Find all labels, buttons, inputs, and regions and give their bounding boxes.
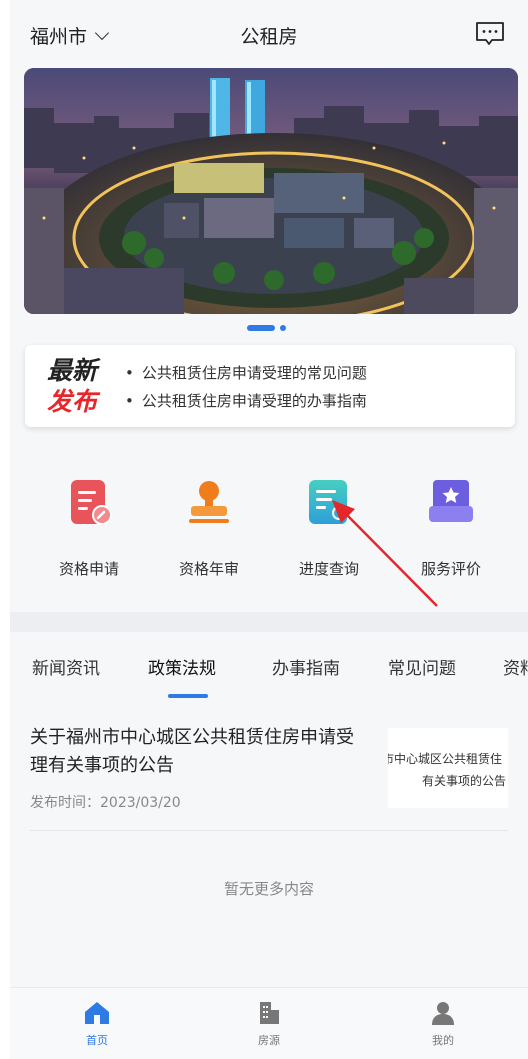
article-item[interactable]: 关于福州市中心城区公共租赁住房申请受理有关事项的公告 发布时间：2023/03/…: [10, 702, 528, 832]
nav-label: 房源: [258, 1034, 280, 1047]
tab-materials[interactable]: 资料: [503, 654, 528, 679]
home-icon: [85, 1002, 109, 1024]
tab-guide[interactable]: 办事指南: [272, 654, 340, 679]
bottom-nav: 首页 房源 我的: [10, 987, 528, 1059]
nav-home[interactable]: 首页: [57, 1000, 137, 1048]
tab-news[interactable]: 新闻资讯: [32, 654, 100, 679]
city-night-photo: [24, 68, 518, 314]
article-thumbnail: 市中心城区公共租赁住 有关事项的公告: [388, 728, 508, 808]
app-page: 福州市 公租房 最新 发布 • 公共租赁住房申请受理的常见问题 • 公共租赁住房…: [10, 0, 528, 1059]
nav-label: 我的: [432, 1034, 454, 1047]
service-annual-review[interactable]: 资格年审: [154, 478, 264, 579]
service-rating[interactable]: 服务评价: [396, 478, 506, 579]
indicator-dot-active: [247, 325, 275, 331]
logo-line-2: 发布: [47, 387, 98, 416]
rating-star-icon: [429, 480, 473, 522]
building-icon: [260, 1002, 279, 1024]
article-date: 发布时间：2023/03/20: [30, 795, 181, 811]
news-list: 公共租赁住房申请受理的常见问题 公共租赁住房申请受理的办事指南: [125, 359, 367, 415]
tab-policy[interactable]: 政策法规: [148, 654, 216, 679]
top-header: 福州市 公租房: [10, 0, 528, 68]
nav-label: 首页: [86, 1034, 108, 1047]
service-label: 服务评价: [420, 560, 481, 578]
no-more-content: 暂无更多内容: [223, 880, 314, 898]
logo-line-1: 最新: [47, 356, 98, 385]
service-label: 资格年审: [178, 560, 239, 578]
section-divider: [10, 612, 528, 632]
article-title: 关于福州市中心城区公共租赁住房申请受理有关事项的公告: [30, 727, 354, 776]
application-form-icon: [71, 480, 112, 525]
thumbnail-text-line-2: 有关事项的公告: [421, 774, 506, 788]
service-application[interactable]: 资格申请: [34, 478, 144, 579]
category-tabs: 新闻资讯 政策法规 办事指南 常见问题 资料: [10, 632, 528, 702]
service-label: 资格申请: [58, 560, 119, 578]
stamp-icon: [189, 481, 229, 523]
message-icon[interactable]: [475, 21, 505, 47]
banner-carousel[interactable]: [24, 68, 518, 314]
nav-listings[interactable]: 房源: [229, 1000, 309, 1048]
indicator-dot: [280, 325, 286, 331]
news-item[interactable]: 公共租赁住房申请受理的常见问题: [125, 359, 367, 387]
thumbnail-text-line-1: 市中心城区公共租赁住: [388, 752, 503, 766]
nav-mine[interactable]: 我的: [403, 1000, 483, 1048]
latest-news-logo: 最新 发布: [47, 355, 97, 417]
service-grid: 资格申请 资格年审 进度查询 服务评价: [10, 440, 528, 612]
page-title: 公租房: [240, 26, 298, 48]
service-progress-query[interactable]: 进度查询: [274, 478, 384, 579]
progress-doc-icon: [309, 480, 347, 524]
user-icon: [432, 1002, 454, 1025]
carousel-indicator: [247, 325, 286, 331]
latest-news-card[interactable]: 最新 发布 公共租赁住房申请受理的常见问题 公共租赁住房申请受理的办事指南: [25, 345, 515, 427]
list-divider: [30, 830, 508, 831]
service-label: 进度查询: [298, 560, 359, 578]
tab-faq[interactable]: 常见问题: [388, 654, 456, 679]
news-item[interactable]: 公共租赁住房申请受理的办事指南: [125, 387, 367, 415]
active-tab-indicator: [168, 694, 208, 698]
